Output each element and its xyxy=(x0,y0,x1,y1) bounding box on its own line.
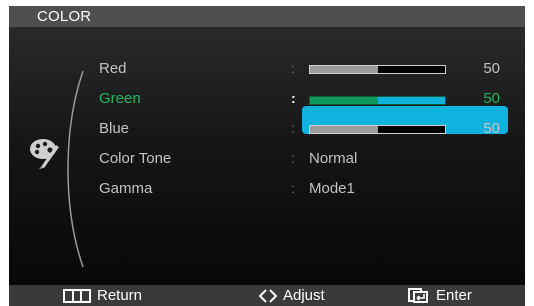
enter-label: Enter xyxy=(436,287,472,304)
title-bar: COLOR xyxy=(9,6,525,27)
menu-item-blue[interactable]: Blue xyxy=(99,120,129,137)
palette-icon xyxy=(30,139,59,169)
enter-button[interactable]: Enter xyxy=(408,287,472,304)
separator: : xyxy=(291,150,295,166)
red-slider-fill xyxy=(310,66,378,73)
green-slider-fill xyxy=(310,97,378,104)
green-value: 50 xyxy=(483,90,500,107)
osd-window: COLOR Red : 50 Green : 50 Blue: 50 Colo… xyxy=(9,6,525,306)
menu-item-gamma[interactable]: Gamma xyxy=(99,180,152,197)
adjust-button[interactable]: Adjust xyxy=(259,287,325,304)
return-icon xyxy=(63,288,91,303)
blue-slider[interactable] xyxy=(309,125,446,134)
adjust-icon xyxy=(259,288,277,303)
adjust-label: Adjust xyxy=(283,287,325,304)
color-tone-value: Normal xyxy=(309,150,358,167)
blue-value: 50 xyxy=(483,120,500,137)
menu-item-red[interactable]: Red xyxy=(99,60,127,77)
separator: : xyxy=(291,60,295,76)
blue-slider-fill xyxy=(310,126,378,133)
menu-curve-decoration xyxy=(67,70,84,268)
return-label: Return xyxy=(97,287,143,304)
menu-item-color-tone[interactable]: Color Tone xyxy=(99,150,171,167)
separator: : xyxy=(291,180,295,196)
separator: : xyxy=(291,120,295,136)
footer-bar: Return Adjust Enter xyxy=(9,285,525,306)
menu-title: COLOR xyxy=(37,8,92,25)
gamma-value: Mode1 xyxy=(309,180,355,197)
red-value: 50 xyxy=(483,60,500,77)
menu-panel: Red : 50 Green : 50 Blue : 50 Color Tone… xyxy=(9,27,525,285)
separator: : xyxy=(291,90,296,106)
enter-icon xyxy=(408,287,428,303)
return-button[interactable]: Return xyxy=(63,287,142,304)
menu-item-green[interactable]: Green xyxy=(99,90,141,107)
green-slider[interactable] xyxy=(309,96,446,105)
red-slider[interactable] xyxy=(309,65,446,74)
